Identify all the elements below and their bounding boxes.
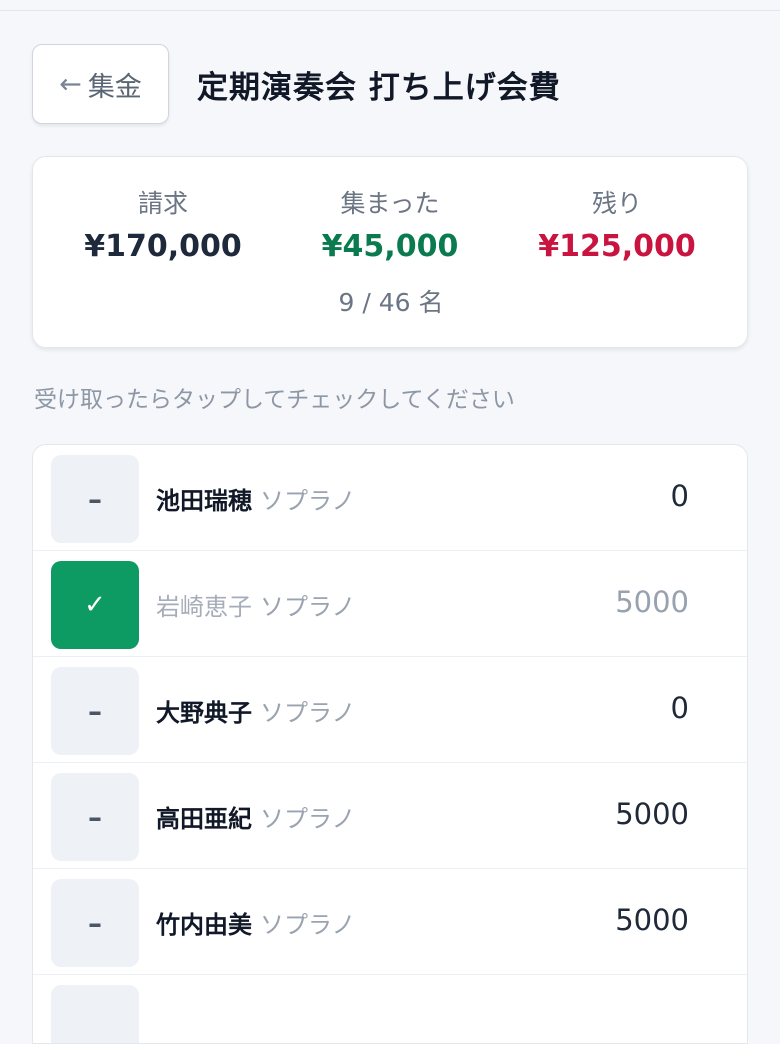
member-amount: 5000 bbox=[615, 903, 689, 937]
instruction-text: 受け取ったらタップしてチェックしてください bbox=[34, 387, 515, 413]
summary-card: 請求 ¥170,000 集まった ¥45,000 残り ¥125,000 9 /… bbox=[32, 156, 748, 348]
member-row[interactable]: – 大野典子 ソプラノ 0 bbox=[33, 657, 747, 763]
unpaid-dash-icon[interactable] bbox=[51, 985, 139, 1043]
collected-summary: 集まった ¥45,000 bbox=[275, 187, 505, 267]
unpaid-dash-icon[interactable]: – bbox=[51, 773, 139, 861]
remaining-value: ¥125,000 bbox=[538, 229, 696, 264]
member-amount: 0 bbox=[670, 479, 689, 513]
member-name: 岩崎恵子 ソプラノ bbox=[156, 587, 356, 622]
member-name-text: 高田亜紀 bbox=[156, 805, 252, 833]
page-title: 定期演奏会 打ち上げ会費 bbox=[197, 69, 561, 106]
unpaid-dash-icon[interactable]: – bbox=[51, 455, 139, 543]
member-row[interactable]: – 池田瑞穂 ソプラノ 0 bbox=[33, 445, 747, 551]
member-name-text: 大野典子 bbox=[156, 699, 252, 727]
member-amount: 5000 bbox=[615, 797, 689, 831]
top-bar bbox=[0, 0, 780, 11]
member-part: ソプラノ bbox=[260, 487, 356, 515]
member-part: ソプラノ bbox=[260, 805, 356, 833]
back-button-label: 集金 bbox=[87, 71, 142, 103]
member-name: 高田亜紀 ソプラノ bbox=[156, 799, 356, 834]
unpaid-dash-icon[interactable]: – bbox=[51, 879, 139, 967]
member-name-text: 岩崎恵子 bbox=[156, 593, 252, 621]
paid-check-icon[interactable]: ✓ bbox=[51, 561, 139, 649]
unpaid-dash-icon[interactable]: – bbox=[51, 667, 139, 755]
member-name-text: 竹内由美 bbox=[156, 911, 252, 939]
collected-label: 集まった bbox=[340, 189, 440, 218]
member-row[interactable]: – 高田亜紀 ソプラノ 5000 bbox=[33, 763, 747, 869]
collected-value: ¥45,000 bbox=[321, 229, 459, 264]
member-amount: 5000 bbox=[615, 585, 689, 619]
member-list: – 池田瑞穂 ソプラノ 0 ✓ 岩崎恵子 ソプラノ 5000– 大野典子 ソプラノ 0– 高田亜紀 ソプ… bbox=[32, 444, 748, 1044]
back-button[interactable]: ← 集金 bbox=[32, 44, 169, 124]
member-part: ソプラノ bbox=[260, 911, 356, 939]
billed-summary: 請求 ¥170,000 bbox=[48, 187, 278, 267]
member-part: ソプラノ bbox=[260, 699, 356, 727]
member-row[interactable]: – 竹内由美 ソプラノ 5000 bbox=[33, 869, 747, 975]
remaining-label: 残り bbox=[591, 189, 642, 218]
back-arrow-icon: ← bbox=[59, 68, 82, 100]
header: ← 集金 定期演奏会 打ち上げ会費 bbox=[32, 44, 561, 124]
member-amount: 0 bbox=[670, 691, 689, 725]
member-name: 大野典子 ソプラノ bbox=[156, 693, 356, 728]
remaining-summary: 残り ¥125,000 bbox=[502, 187, 732, 267]
member-count: 9 / 46 名 bbox=[338, 288, 444, 317]
member-row[interactable]: ✓ 岩崎恵子 ソプラノ 5000 bbox=[33, 551, 747, 657]
billed-label: 請求 bbox=[137, 189, 188, 218]
member-name: 竹内由美 ソプラノ bbox=[156, 905, 356, 940]
member-name: 池田瑞穂 ソプラノ bbox=[156, 481, 356, 516]
member-part: ソプラノ bbox=[260, 593, 356, 621]
member-row-partial[interactable] bbox=[33, 975, 747, 1043]
member-name-text: 池田瑞穂 bbox=[156, 487, 252, 515]
billed-value: ¥170,000 bbox=[84, 229, 242, 264]
